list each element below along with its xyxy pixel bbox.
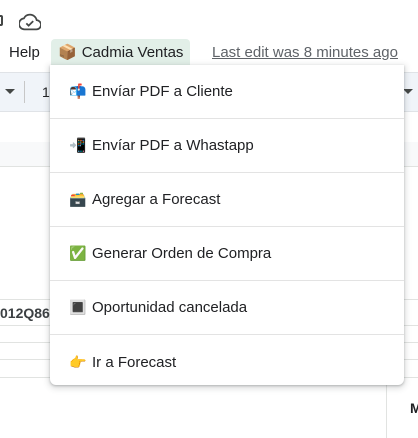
card-file-box-icon: 🗃️ [69, 191, 87, 207]
menu-item-label: Oportunidad cancelada [92, 299, 248, 316]
cadmia-ventas-dropdown: 📬 Envíar PDF a Cliente 📲 Envíar PDF a Wh… [50, 65, 404, 385]
check-mark-icon: ✅ [69, 245, 87, 261]
cloud-status-icon[interactable] [19, 13, 41, 31]
menu-cadmia-ventas-label: Cadmia Ventas [81, 44, 184, 61]
toolbar-more-caret-icon[interactable] [403, 89, 413, 94]
top-icon-bar [0, 0, 418, 42]
zoom-dropdown-caret-icon[interactable] [5, 89, 15, 94]
menu-item-label: Envíar PDF a Cliente [92, 83, 233, 100]
menu-item-label: Ir a Forecast [92, 353, 177, 371]
menu-item-enviar-pdf-whatsapp[interactable]: 📲 Envíar PDF a Whastapp [50, 119, 404, 173]
font-size-field[interactable]: 1 [42, 84, 50, 100]
move-to-folder-icon[interactable] [0, 15, 3, 26]
menu-item-agregar-forecast[interactable]: 🗃️ Agregar a Forecast [50, 173, 404, 227]
menubar: Help 📦 Cadmia Ventas Last edit was 8 minu… [0, 39, 418, 66]
cell-m[interactable]: M [410, 400, 418, 416]
black-square-button-icon: 🔳 [69, 299, 87, 315]
pointing-hand-icon: 👉 [69, 353, 87, 370]
menu-cadmia-ventas[interactable]: 📦 Cadmia Ventas [51, 39, 191, 66]
cell-code[interactable]: 012Q86 [0, 305, 50, 321]
package-icon: 📦 [58, 44, 77, 61]
menu-item-label: Agregar a Forecast [92, 191, 221, 208]
toolbar-divider [24, 81, 25, 103]
menu-item-generar-orden-compra[interactable]: ✅ Generar Orden de Compra [50, 227, 404, 281]
mailbox-icon: 📬 [69, 83, 87, 99]
menu-item-oportunidad-cancelada[interactable]: 🔳 Oportunidad cancelada [50, 281, 404, 335]
menu-item-label: Envíar PDF a Whastapp [92, 137, 254, 154]
menu-item-ir-forecast[interactable]: 👉 Ir a Forecast [50, 335, 404, 385]
menu-item-enviar-pdf-cliente[interactable]: 📬 Envíar PDF a Cliente [50, 65, 404, 119]
menu-item-label: Generar Orden de Compra [92, 245, 272, 262]
mobile-phone-icon: 📲 [69, 137, 87, 153]
menu-help[interactable]: Help [9, 44, 40, 61]
last-edit-link[interactable]: Last edit was 8 minutes ago [212, 44, 398, 61]
